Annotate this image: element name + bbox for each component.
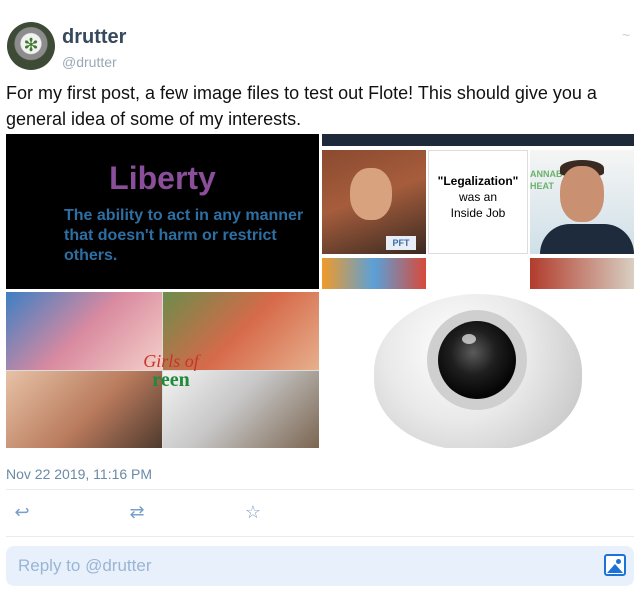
user-handle[interactable]: @drutter	[62, 54, 117, 70]
image-upload-icon[interactable]	[604, 554, 626, 576]
collage-top-band	[322, 134, 634, 146]
photo-bearded-man: ANNAB HEAT	[530, 150, 634, 254]
liberty-text: The ability to act in any manner that do…	[64, 207, 304, 264]
avatar[interactable]: ✻	[7, 22, 55, 70]
b1	[322, 258, 426, 289]
repost-icon[interactable]: ⇄	[124, 502, 150, 522]
image-webcam[interactable]	[322, 292, 634, 448]
star-icon[interactable]: ☆	[240, 502, 266, 522]
image-legalization[interactable]: PFT "Legalization" was an Inside Job ANN…	[322, 134, 634, 289]
reply-arrow-icon[interactable]: ↩	[9, 502, 35, 522]
liberty-title: Liberty	[109, 160, 216, 196]
face	[350, 168, 392, 220]
quote-line-1: "Legalization"	[437, 174, 519, 188]
display-name[interactable]: drutter	[62, 26, 126, 49]
logo-line-2: reen	[152, 369, 190, 391]
image-girls-of-green[interactable]: Girls of reen	[6, 292, 319, 448]
divider-top	[6, 489, 634, 490]
tilde-menu-icon[interactable]: ~	[622, 28, 636, 42]
webcam-lens-icon	[438, 321, 516, 399]
logo-line-1: Girls of	[143, 351, 199, 371]
post-text: For my first post, a few image files to …	[6, 83, 597, 129]
media-grid: Liberty The ability to act in any manner…	[6, 134, 634, 448]
photo-man-with-microphone: PFT	[322, 150, 426, 254]
face	[560, 166, 604, 222]
girls-of-green-logo: Girls of reen	[116, 352, 226, 396]
legalization-quote: "Legalization" was an Inside Job	[428, 150, 528, 254]
quote-line-3: Inside Job	[450, 206, 506, 220]
lens-glare	[462, 334, 476, 344]
b3	[530, 258, 634, 289]
badge-text: ANNAB HEAT	[530, 169, 563, 191]
quote-line-2: was an	[458, 190, 498, 204]
mtn	[607, 564, 623, 573]
collage-bottom-row	[322, 258, 634, 289]
reply-input[interactable]	[18, 556, 578, 576]
leaf-icon: ✻	[23, 35, 39, 55]
image-liberty[interactable]: Liberty The ability to act in any manner…	[6, 134, 319, 289]
reply-box[interactable]	[6, 546, 634, 586]
microphone-label: PFT	[386, 236, 416, 250]
suit	[540, 224, 634, 254]
post-timestamp[interactable]: Nov 22 2019, 11:16 PM	[6, 466, 152, 482]
divider-bottom	[6, 536, 634, 537]
post-card: ✻ drutter @drutter ~ For my first post, …	[0, 0, 640, 600]
